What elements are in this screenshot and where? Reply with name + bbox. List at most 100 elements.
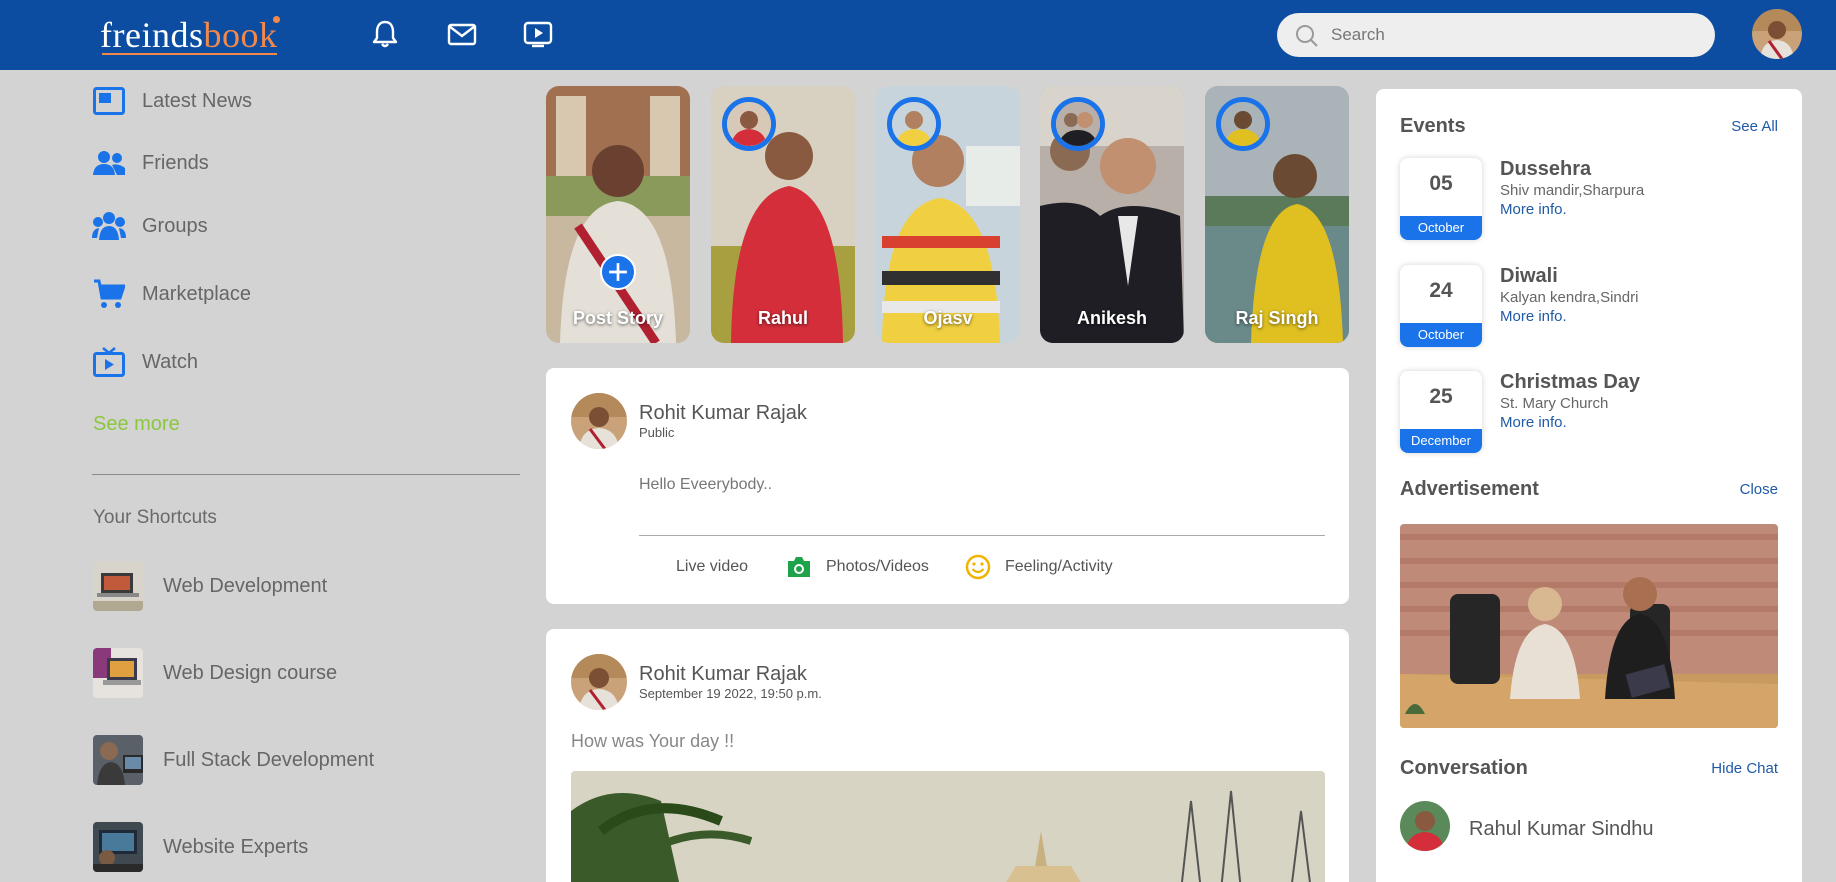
shortcut-thumbnail bbox=[93, 648, 143, 698]
photos-videos-button[interactable]: Photos/Videos bbox=[786, 553, 929, 581]
tv-icon bbox=[92, 345, 126, 379]
conversation-contact-name[interactable]: Rahul Kumar Sindhu bbox=[1469, 818, 1654, 841]
event-date-badge: 25 December bbox=[1400, 371, 1482, 453]
friends-icon bbox=[92, 146, 126, 180]
event-name: Dussehra bbox=[1500, 158, 1592, 180]
shortcut-thumbnail bbox=[93, 822, 143, 872]
video-play-icon[interactable] bbox=[521, 17, 555, 51]
smile-icon bbox=[965, 554, 991, 580]
see-more-link[interactable]: See more bbox=[93, 413, 180, 436]
feeling-activity-button[interactable]: Feeling/Activity bbox=[965, 553, 1113, 581]
event-more-info-link[interactable]: More info. bbox=[1500, 414, 1567, 431]
action-label: Feeling/Activity bbox=[1005, 558, 1113, 575]
story-card-anikesh[interactable]: Anikesh bbox=[1040, 86, 1184, 343]
event-item: 25 December Christmas Day St. Mary Churc… bbox=[1400, 371, 1790, 453]
story-avatar bbox=[1051, 97, 1105, 151]
shortcut-label: Web Design course bbox=[163, 661, 338, 684]
advertisement-image[interactable] bbox=[1400, 524, 1778, 728]
story-name: Rahul bbox=[757, 308, 808, 328]
search-box[interactable] bbox=[1277, 13, 1715, 57]
story-card-ojasv[interactable]: Ojasv bbox=[876, 86, 1020, 343]
post-author-name[interactable]: Rohit Kumar Rajak bbox=[639, 663, 807, 686]
bell-icon[interactable] bbox=[368, 17, 402, 51]
close-advertisement-link[interactable]: Close bbox=[1740, 481, 1778, 498]
shortcut-website-experts[interactable]: Website Experts bbox=[93, 822, 308, 872]
story-name: Anikesh bbox=[1076, 308, 1148, 328]
composer-input[interactable]: Hello Eveerybody.. bbox=[639, 476, 772, 494]
sidebar-item-latest-news[interactable]: Latest News bbox=[92, 84, 252, 118]
story-card-raj-singh[interactable]: Raj Singh bbox=[1205, 86, 1349, 343]
post-author-avatar bbox=[571, 654, 627, 710]
sidebar-item-label: Groups bbox=[142, 214, 208, 237]
sidebar-item-friends[interactable]: Friends bbox=[92, 146, 209, 180]
sidebar-item-label: Friends bbox=[142, 151, 209, 174]
event-month: October bbox=[1400, 216, 1482, 240]
brand-logo[interactable]: freindsbook bbox=[100, 14, 281, 56]
post-text: How was Your day !! bbox=[571, 731, 735, 751]
story-name: Post Story bbox=[572, 308, 664, 328]
shortcut-full-stack-development[interactable]: Full Stack Development bbox=[93, 735, 374, 785]
post-timestamp: September 19 2022, 19:50 p.m. bbox=[639, 686, 822, 701]
event-day: 24 bbox=[1429, 279, 1453, 302]
story-avatar bbox=[722, 97, 776, 151]
composer-avatar bbox=[571, 393, 627, 449]
event-date-badge: 05 October bbox=[1400, 158, 1482, 240]
news-icon bbox=[92, 84, 126, 118]
event-item: 05 October Dussehra Shiv mandir,Sharpura… bbox=[1400, 158, 1790, 240]
sidebar-item-label: Watch bbox=[142, 350, 198, 373]
right-sidebar: Events See All 05 October Dussehra Shiv … bbox=[1376, 89, 1802, 882]
shortcut-web-development[interactable]: Web Development bbox=[93, 561, 327, 611]
event-month: December bbox=[1400, 429, 1482, 453]
composer-visibility: Public bbox=[639, 425, 675, 440]
sidebar-divider bbox=[92, 474, 520, 475]
shortcuts-heading: Your Shortcuts bbox=[93, 507, 217, 528]
sidebar-item-marketplace[interactable]: Marketplace bbox=[92, 277, 251, 311]
search-input[interactable] bbox=[1331, 19, 1691, 51]
event-day: 25 bbox=[1429, 385, 1453, 408]
add-story-icon[interactable] bbox=[600, 254, 636, 290]
event-location: St. Mary Church bbox=[1500, 395, 1609, 412]
shortcut-label: Website Experts bbox=[163, 835, 309, 858]
story-card-post-story[interactable]: Post Story bbox=[546, 86, 690, 343]
event-more-info-link[interactable]: More info. bbox=[1500, 308, 1567, 325]
event-more-info-link[interactable]: More info. bbox=[1500, 201, 1567, 218]
hide-chat-link[interactable]: Hide Chat bbox=[1711, 760, 1778, 777]
profile-avatar[interactable] bbox=[1752, 9, 1802, 59]
story-name: Ojasv bbox=[923, 308, 973, 328]
cart-icon bbox=[92, 277, 126, 311]
sidebar-item-watch[interactable]: Watch bbox=[92, 345, 198, 379]
live-video-button[interactable]: Live video bbox=[676, 553, 748, 581]
event-date-badge: 24 October bbox=[1400, 265, 1482, 347]
advertisement-heading: Advertisement bbox=[1400, 478, 1539, 500]
composer-divider bbox=[639, 535, 1325, 536]
search-icon bbox=[1296, 25, 1318, 47]
sidebar-item-groups[interactable]: Groups bbox=[92, 209, 208, 243]
top-navbar: freindsbook bbox=[0, 0, 1836, 70]
shortcut-thumbnail bbox=[93, 561, 143, 611]
story-card-rahul[interactable]: Rahul bbox=[711, 86, 855, 343]
shortcut-web-design-course[interactable]: Web Design course bbox=[93, 648, 337, 698]
brand-logo-part2: book bbox=[203, 15, 278, 55]
story-avatar bbox=[1216, 97, 1270, 151]
story-avatar bbox=[887, 97, 941, 151]
action-label: Live video bbox=[676, 558, 749, 575]
see-all-events-link[interactable]: See All bbox=[1731, 118, 1778, 135]
event-location: Kalyan kendra,Sindri bbox=[1500, 289, 1639, 306]
post-image[interactable] bbox=[571, 771, 1325, 882]
conversation-contact-avatar[interactable] bbox=[1400, 801, 1450, 851]
conversation-heading: Conversation bbox=[1400, 757, 1528, 779]
event-item: 24 October Diwali Kalyan kendra,Sindri M… bbox=[1400, 265, 1790, 347]
sidebar-item-label: Marketplace bbox=[142, 282, 251, 305]
mail-icon[interactable] bbox=[445, 17, 479, 51]
shortcut-label: Web Development bbox=[163, 574, 328, 597]
action-label: Photos/Videos bbox=[826, 558, 929, 575]
composer-author-name[interactable]: Rohit Kumar Rajak bbox=[639, 402, 807, 425]
post-composer-card: Rohit Kumar Rajak Public Hello Eveerybod… bbox=[546, 368, 1349, 604]
events-heading: Events bbox=[1400, 115, 1466, 137]
event-location: Shiv mandir,Sharpura bbox=[1500, 182, 1645, 199]
camera-icon bbox=[786, 554, 812, 580]
brand-logo-part1: freinds bbox=[100, 15, 204, 55]
story-name: Raj Singh bbox=[1235, 308, 1319, 328]
shortcut-thumbnail bbox=[93, 735, 143, 785]
shortcut-label: Full Stack Development bbox=[163, 748, 375, 771]
